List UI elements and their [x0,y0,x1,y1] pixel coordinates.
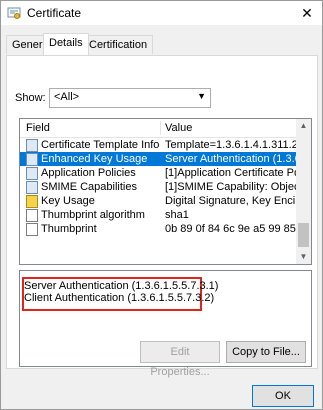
show-label: Show: [15,92,46,104]
tab-details[interactable]: Details [43,33,89,55]
field-value: Server Authentication (1.3.6.... [165,153,296,165]
field-value: [1]Application Certificate Polic... [165,167,296,179]
scroll-down-icon[interactable]: ▼ [296,250,311,264]
edit-properties-button[interactable]: Edit Properties... [140,341,220,378]
show-dropdown[interactable]: <All> ▼ [49,88,211,108]
list-item[interactable]: SMIME Capabilities [1]SMIME Capability: … [20,180,296,194]
document-icon [26,223,38,236]
list-scrollbar[interactable]: ▲ ▼ [296,119,311,264]
certificate-window: Certificate ✕ General Details Certificat… [0,0,323,410]
column-header-field[interactable]: Field [26,122,50,134]
list-item[interactable]: Certificate Template Inform... Template=… [20,138,296,152]
field-name: Thumbprint algorithm [41,209,145,221]
copy-to-file-button[interactable]: Copy to File... [226,341,306,363]
certificate-extension-icon [26,181,38,194]
window-title: Certificate [27,6,82,20]
dialog-body: General Details Certification Path Show:… [1,25,322,409]
certificate-extension-icon [26,167,38,180]
field-name: Certificate Template Inform... [41,139,159,151]
show-dropdown-value: <All> [54,91,80,103]
field-value: Template=1.3.6.1.4.1.311.21... [165,139,296,151]
field-name: Application Policies [41,167,136,179]
chevron-down-icon: ▼ [197,91,206,101]
fields-list[interactable]: Field Value Certificate Template Inform.… [19,118,312,265]
list-header: Field Value [20,119,296,138]
close-button[interactable]: ✕ [292,1,322,25]
field-value: 0b 89 0f 84 6c 9e a5 99 85 5c ... [165,223,296,235]
field-value: sha1 [165,209,189,221]
list-item[interactable]: Application Policies [1]Application Cert… [20,166,296,180]
column-divider[interactable] [160,121,161,135]
list-item[interactable]: Thumbprint algorithm sha1 [20,208,296,222]
title-bar: Certificate ✕ [1,1,322,25]
column-header-value[interactable]: Value [165,122,192,134]
tab-certification-path[interactable]: Certification Path [83,35,154,69]
list-item[interactable]: Thumbprint 0b 89 0f 84 6c 9e a5 99 85 5c… [20,222,296,236]
field-name: Enhanced Key Usage [41,153,148,165]
detail-line: Server Authentication (1.3.6.1.5.5.7.3.1… [24,280,219,292]
list-item-selected[interactable]: Enhanced Key Usage Server Authentication… [20,152,296,166]
certificate-icon [7,7,21,19]
ok-button[interactable]: OK [252,385,314,407]
field-name: Thumbprint [41,223,97,235]
detail-line: Client Authentication (1.3.6.1.5.5.7.3.2… [24,292,215,304]
close-icon: ✕ [301,5,313,21]
field-value: [1]SMIME Capability: Object I... [165,181,296,193]
document-icon [26,209,38,222]
field-name: Key Usage [41,195,95,207]
field-name: SMIME Capabilities [41,181,137,193]
list-item[interactable]: Key Usage Digital Signature, Key Enciphe… [20,194,296,208]
scrollbar-thumb[interactable] [298,223,309,247]
field-value: Digital Signature, Key Encipher... [165,195,296,207]
certificate-extension-icon [26,139,38,152]
key-usage-warning-icon [26,195,38,208]
details-panel: Show: <All> ▼ Field Value Certificate Te… [6,55,318,378]
scroll-up-icon[interactable]: ▲ [296,119,311,133]
certificate-extension-icon [26,153,38,166]
